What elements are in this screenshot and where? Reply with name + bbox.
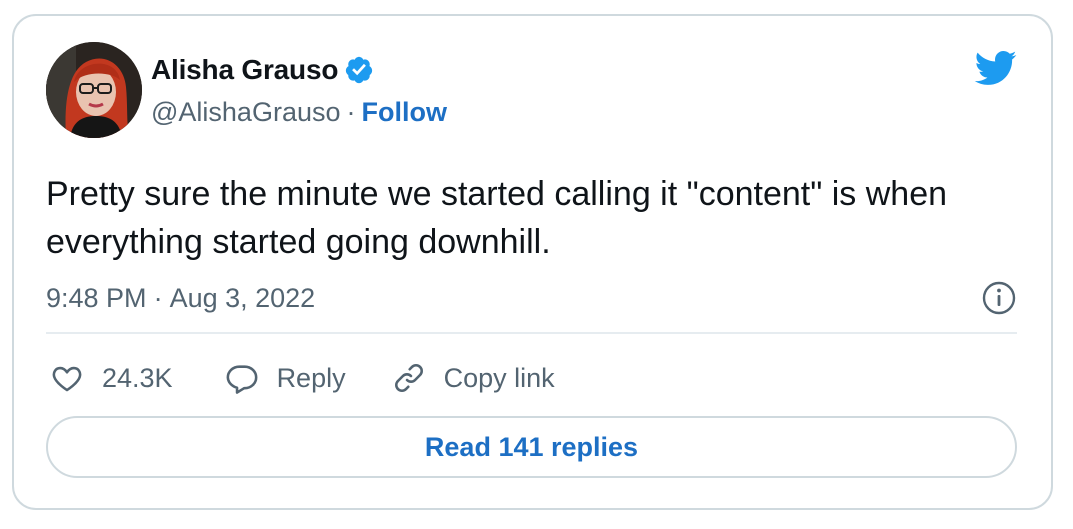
link-icon (394, 364, 423, 392)
timestamp-separator: · (153, 282, 163, 313)
tweet-text: Pretty sure the minute we started callin… (46, 175, 948, 261)
author-name[interactable]: Alisha Grauso (151, 54, 338, 86)
verified-badge-icon (344, 55, 374, 85)
tweet-card: Alisha Grauso @AlishaGrauso · Follow Pre… (12, 14, 1053, 510)
like-count: 24.3K (102, 362, 173, 393)
author-handle-row: @AlishaGrauso · Follow (151, 94, 447, 130)
avatar[interactable] (46, 42, 142, 138)
copy-link-button[interactable]: Copy link (392, 361, 555, 395)
tweet-actions: 24.3K Reply Copy link (50, 356, 555, 400)
reply-label: Reply (276, 362, 346, 393)
read-replies-button[interactable]: Read 141 replies (46, 416, 1017, 478)
tweet-date[interactable]: Aug 3, 2022 (170, 283, 316, 314)
twitter-bird-icon[interactable] (973, 46, 1017, 90)
reply-bubble-icon (226, 365, 258, 394)
like-button[interactable]: 24.3K (50, 361, 173, 395)
tweet-time[interactable]: 9:48 PM (46, 283, 147, 314)
info-icon[interactable] (981, 280, 1017, 316)
follow-link[interactable]: Follow (362, 97, 447, 128)
copy-link-label: Copy link (443, 362, 555, 393)
tweet-timestamp[interactable]: 9:48 PM · Aug 3, 2022 (46, 278, 315, 318)
avatar-image (46, 42, 142, 138)
author-handle[interactable]: @AlishaGrauso (151, 97, 341, 128)
divider (46, 332, 1017, 334)
reply-button[interactable]: Reply (225, 361, 346, 395)
handle-separator: · (346, 96, 356, 127)
author-name-row: Alisha Grauso (151, 50, 374, 90)
heart-icon (52, 366, 82, 392)
